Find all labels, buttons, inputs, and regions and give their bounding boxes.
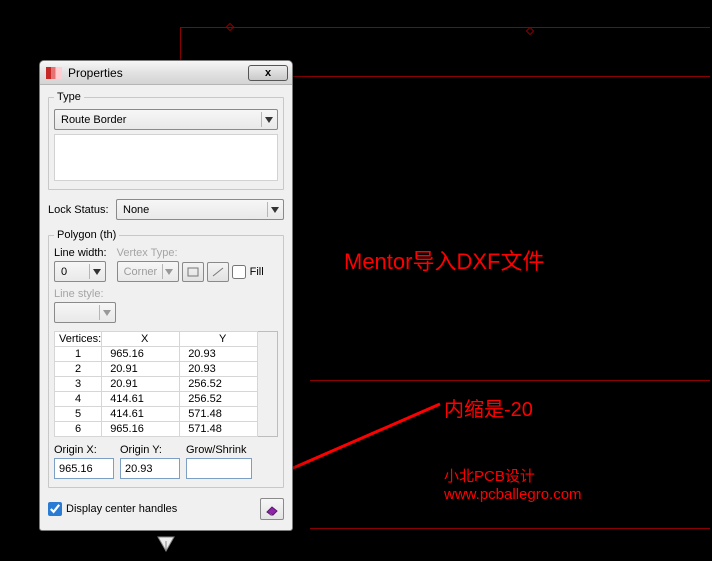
chevron-down-icon — [162, 264, 176, 279]
cell-n: 5 — [55, 407, 102, 422]
type-subbox — [54, 134, 278, 181]
cell-x: 414.61 — [102, 392, 180, 407]
cell-n: 2 — [55, 362, 102, 377]
vertex-type-combo: Corner — [117, 261, 179, 282]
origin-y-label: Origin Y: — [120, 444, 180, 456]
vertex-btn-2[interactable] — [207, 262, 229, 282]
chevron-down-icon — [267, 202, 281, 217]
origin-x-label: Origin X: — [54, 444, 114, 456]
chevron-down-icon — [99, 305, 113, 320]
eraser-icon — [264, 502, 280, 516]
pointer-tab — [156, 535, 176, 555]
cell-y: 256.52 — [180, 392, 258, 407]
polygon-group: Polygon (th) Line width: 0 Vertex Type: … — [48, 229, 284, 488]
cell-x: 20.91 — [102, 362, 180, 377]
cell-n: 1 — [55, 347, 102, 362]
vertices-table[interactable]: Vertices: X Y 1965.1620.93220.9120.93320… — [54, 331, 278, 437]
chevron-down-icon — [89, 264, 103, 279]
anno-brand1: 小北PCB设计 — [444, 465, 535, 486]
line-style-combo — [54, 302, 116, 323]
anno-shrink: 内缩是-20 — [444, 393, 533, 422]
table-row[interactable]: 220.9120.93 — [55, 362, 278, 377]
chevron-down-icon — [261, 112, 275, 127]
origin-y-input[interactable] — [120, 458, 180, 479]
line-width-label: Line width: — [54, 247, 107, 259]
line-width-value: 0 — [61, 266, 67, 278]
cell-y: 20.93 — [180, 362, 258, 377]
table-row[interactable]: 5414.61571.48 — [55, 407, 278, 422]
table-row[interactable]: 6965.16571.48 — [55, 422, 278, 437]
cell-y: 256.52 — [180, 377, 258, 392]
vertex-type-value: Corner — [124, 266, 158, 278]
dialog-title: Properties — [68, 66, 242, 80]
type-legend: Type — [54, 91, 84, 103]
cell-x: 20.91 — [102, 377, 180, 392]
close-icon: x — [265, 67, 271, 79]
lock-status-combo[interactable]: None — [116, 199, 284, 220]
cell-y: 20.93 — [180, 347, 258, 362]
vertex-type-label: Vertex Type: — [117, 247, 264, 259]
grow-shrink-label: Grow/Shrink — [186, 444, 252, 456]
anno-mentor-dxf: Mentor导入DXF文件 — [344, 244, 544, 276]
close-button[interactable]: x — [248, 65, 288, 81]
type-value: Route Border — [61, 114, 126, 126]
col-vertices: Vertices: — [55, 332, 102, 347]
properties-dialog: Properties x Type Route Border Lock Stat… — [39, 60, 293, 531]
table-row[interactable]: 320.91256.52 — [55, 377, 278, 392]
line-width-combo[interactable]: 0 — [54, 261, 106, 282]
anno-brand2: www.pcballegro.com — [444, 486, 582, 503]
grow-shrink-input[interactable] — [186, 458, 252, 479]
app-icon — [46, 67, 62, 79]
type-group: Type Route Border — [48, 91, 284, 190]
cad-line-bottom — [310, 528, 710, 529]
origin-x-input[interactable] — [54, 458, 114, 479]
display-center-label: Display center handles — [66, 503, 177, 515]
col-x: X — [102, 332, 180, 347]
lock-status-label: Lock Status: — [48, 204, 112, 216]
eraser-button[interactable] — [260, 498, 284, 520]
cell-n: 6 — [55, 422, 102, 437]
titlebar[interactable]: Properties x — [40, 61, 292, 85]
fill-checkbox[interactable] — [232, 265, 246, 279]
cell-x: 965.16 — [102, 347, 180, 362]
polygon-legend: Polygon (th) — [54, 229, 119, 241]
cell-y: 571.48 — [180, 407, 258, 422]
cell-n: 3 — [55, 377, 102, 392]
vertices-label: Vertices: X Y 1965.1620.93220.9120.93320… — [54, 331, 278, 437]
cell-n: 4 — [55, 392, 102, 407]
type-combo[interactable]: Route Border — [54, 109, 278, 130]
cell-x: 414.61 — [102, 407, 180, 422]
cell-y: 571.48 — [180, 422, 258, 437]
lock-status-value: None — [123, 204, 149, 216]
fill-label: Fill — [250, 266, 264, 278]
cell-x: 965.16 — [102, 422, 180, 437]
table-row[interactable]: 4414.61256.52 — [55, 392, 278, 407]
fill-checkbox-wrap[interactable]: Fill — [232, 265, 264, 279]
cad-line-mid — [310, 380, 710, 381]
display-center-wrap[interactable]: Display center handles — [48, 502, 177, 516]
table-row[interactable]: 1965.1620.93 — [55, 347, 278, 362]
col-y: Y — [180, 332, 258, 347]
line-style-label: Line style: — [54, 288, 104, 300]
display-center-checkbox[interactable] — [48, 502, 62, 516]
vertex-btn-1[interactable] — [182, 262, 204, 282]
